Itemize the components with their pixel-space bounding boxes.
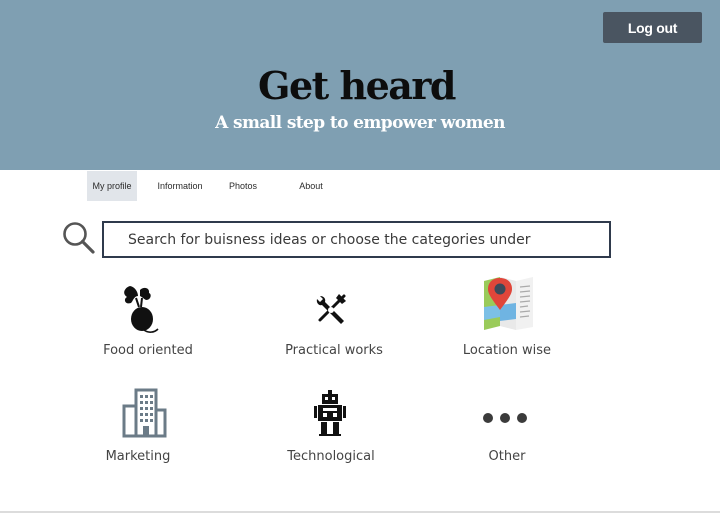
- category-location-wise[interactable]: Location wise: [427, 275, 587, 364]
- category-label: Technological: [287, 449, 375, 464]
- search-input[interactable]: [104, 223, 609, 256]
- category-practical-works[interactable]: Practical works: [254, 282, 414, 364]
- category-label: Location wise: [462, 343, 552, 358]
- tab-information[interactable]: Information: [151, 171, 209, 201]
- category-other[interactable]: Other: [427, 405, 587, 470]
- tools-icon: [316, 294, 346, 324]
- category-label: Food oriented: [103, 343, 193, 358]
- category-food-oriented[interactable]: Food oriented: [68, 282, 228, 364]
- category-label: Other: [488, 449, 526, 464]
- more-dots-icon: [483, 413, 527, 423]
- category-technological[interactable]: Technological: [251, 390, 411, 470]
- search-icon[interactable]: [60, 219, 96, 255]
- page-subtitle: A small step to empower women: [215, 113, 505, 133]
- category-label: Practical works: [285, 343, 383, 358]
- page-title: Get heard: [258, 63, 456, 108]
- header-banner: Log out Get heard A small step to empowe…: [0, 0, 720, 170]
- beet-icon: [124, 286, 159, 333]
- building-icon: [122, 388, 167, 438]
- robot-icon: [314, 390, 346, 436]
- search-box: [102, 221, 611, 258]
- tab-photos[interactable]: Photos: [223, 171, 263, 201]
- logout-button[interactable]: Log out: [603, 12, 702, 43]
- tab-my-profile[interactable]: My profile: [87, 171, 137, 201]
- map-pin-icon: [484, 277, 533, 330]
- tab-about[interactable]: About: [293, 171, 329, 201]
- category-marketing[interactable]: Marketing: [58, 388, 218, 470]
- divider: [0, 511, 720, 513]
- category-label: Marketing: [105, 449, 171, 464]
